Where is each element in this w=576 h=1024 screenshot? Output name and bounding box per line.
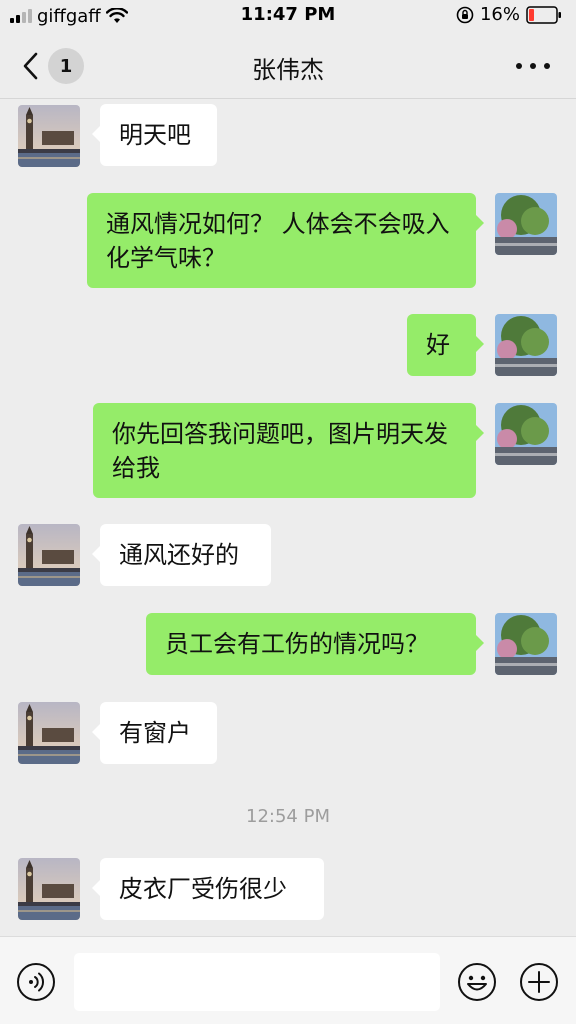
my-avatar[interactable] xyxy=(495,193,557,255)
status-bar: giffgaff 11:47 PM 16% xyxy=(0,0,576,34)
message-bubble-incoming[interactable]: 皮衣厂受伤很少 xyxy=(92,858,324,920)
message-text: 你先回答我问题吧，图片明天发给我 xyxy=(112,420,448,482)
emoji-icon xyxy=(458,963,496,1001)
big-ben-photo xyxy=(18,858,80,920)
message-text: 好 xyxy=(426,331,450,359)
battery-percent: 16% xyxy=(479,4,520,25)
message-input[interactable] xyxy=(74,953,440,1011)
chat-title: 张伟杰 xyxy=(252,56,324,84)
chat-screen: giffgaff 11:47 PM 16% 1 张伟杰 明天吧 通风情况如何？ … xyxy=(0,0,576,1024)
message-text: 通风还好的 xyxy=(119,541,239,569)
more-dot xyxy=(530,63,536,69)
message-bubble-outgoing[interactable]: 通风情况如何？ 人体会不会吸入化学气味？ xyxy=(87,193,484,288)
more-dot xyxy=(544,63,550,69)
plus-icon xyxy=(520,963,558,1001)
tree-photo xyxy=(495,403,557,465)
big-ben-photo xyxy=(18,105,80,167)
tree-photo xyxy=(495,193,557,255)
message-bubble-outgoing[interactable]: 好 xyxy=(407,314,484,376)
my-avatar[interactable] xyxy=(495,403,557,465)
message-timestamp: 12:54 PM xyxy=(246,806,330,827)
message-text: 有窗户 xyxy=(119,719,191,747)
voice-icon xyxy=(17,963,55,1001)
emoji-button[interactable] xyxy=(457,962,497,1002)
battery-icon xyxy=(526,5,561,24)
big-ben-photo xyxy=(18,702,80,764)
more-dot xyxy=(516,63,522,69)
message-bubble-incoming[interactable]: 有窗户 xyxy=(92,702,217,764)
contact-avatar[interactable] xyxy=(18,858,80,920)
my-avatar[interactable] xyxy=(495,613,557,675)
message-text: 员工会有工伤的情况吗？ xyxy=(165,630,429,658)
message-bubble-incoming[interactable]: 通风还好的 xyxy=(92,524,271,586)
message-list[interactable]: 明天吧 通风情况如何？ 人体会不会吸入化学气味？ 好 你先回答我问题吧，图片明天… xyxy=(0,99,576,936)
contact-avatar[interactable] xyxy=(18,702,80,764)
my-avatar[interactable] xyxy=(495,314,557,376)
input-bar xyxy=(0,936,576,1024)
big-ben-photo xyxy=(18,524,80,586)
plus-button[interactable] xyxy=(519,962,559,1002)
message-text: 通风情况如何？ 人体会不会吸入化学气味？ xyxy=(106,210,450,272)
contact-avatar[interactable] xyxy=(18,105,80,167)
tree-photo xyxy=(495,613,557,675)
status-right: 16% xyxy=(456,4,562,25)
more-button[interactable] xyxy=(516,56,550,76)
message-bubble-incoming[interactable]: 明天吧 xyxy=(92,104,217,166)
voice-button[interactable] xyxy=(16,962,56,1002)
orientation-lock-icon xyxy=(456,6,474,23)
message-text: 明天吧 xyxy=(119,121,191,149)
message-bubble-outgoing[interactable]: 你先回答我问题吧，图片明天发给我 xyxy=(93,403,484,498)
tree-photo xyxy=(495,314,557,376)
message-bubble-outgoing[interactable]: 员工会有工伤的情况吗？ xyxy=(146,613,484,675)
nav-bar: 1 张伟杰 xyxy=(0,34,576,99)
message-text: 皮衣厂受伤很少 xyxy=(119,875,287,903)
contact-avatar[interactable] xyxy=(18,524,80,586)
